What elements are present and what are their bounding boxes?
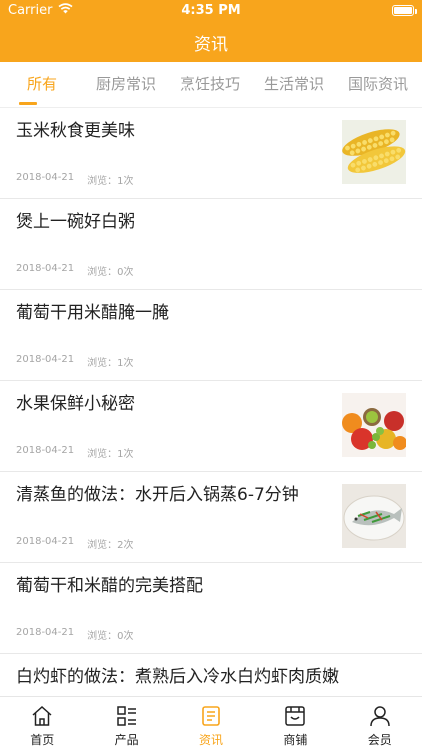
tab-kitchen-tips[interactable]: 厨房常识 [84, 62, 168, 107]
news-meta: 2018-04-21 浏览：0次 [16, 263, 134, 278]
news-item[interactable]: 白灼虾的做法：煮熟后入冷水白灼虾肉质嫩 [0, 654, 422, 696]
status-bar: Carrier 4:35 PM [0, 0, 422, 22]
tab-cooking-skills[interactable]: 烹饪技巧 [168, 62, 252, 107]
news-date: 2018-04-21 [16, 172, 75, 183]
news-meta: 2018-04-21 浏览：1次 [16, 445, 134, 460]
news-title: 玉米秋食更美味 [16, 121, 135, 141]
news-meta: 2018-04-21 浏览：2次 [16, 536, 134, 551]
news-title: 白灼虾的做法：煮熟后入冷水白灼虾肉质嫩 [16, 667, 339, 687]
tab-label: 生活常识 [263, 75, 324, 93]
tab-label: 国际资讯 [347, 75, 408, 93]
fruits-thumbnail [342, 393, 406, 457]
news-views: 浏览：2次 [87, 540, 134, 551]
news-item[interactable]: 葡萄干和米醋的完美搭配 2018-04-21 浏览：0次 [0, 563, 422, 654]
news-views: 浏览：0次 [87, 631, 134, 642]
tab-label: 所有 [26, 75, 57, 93]
news-date: 2018-04-21 [16, 354, 75, 365]
news-title: 煲上一碗好白粥 [16, 212, 135, 232]
category-tabs: 所有 厨房常识 烹饪技巧 生活常识 国际资讯 [0, 62, 422, 108]
news-meta: 2018-04-21 浏览：1次 [16, 354, 134, 369]
tab-label: 烹饪技巧 [179, 75, 240, 93]
news-views: 浏览：0次 [87, 267, 134, 278]
active-tab-indicator [19, 102, 37, 105]
news-item[interactable]: 水果保鲜小秘密 2018-04-21 浏览：1次 [0, 381, 422, 472]
news-views: 浏览：1次 [87, 449, 134, 460]
tabbar-products[interactable]: 产品 [84, 697, 168, 750]
page-title: 资讯 [194, 35, 228, 55]
tabbar-label: 会员 [367, 733, 392, 747]
tabbar-member[interactable]: 会员 [338, 697, 422, 750]
news-icon [202, 706, 220, 726]
news-title: 清蒸鱼的做法：水开后入锅蒸6-7分钟 [16, 485, 299, 505]
news-item[interactable]: 葡萄干用米醋腌一腌 2018-04-21 浏览：1次 [0, 290, 422, 381]
news-date: 2018-04-21 [16, 627, 75, 638]
news-item[interactable]: 清蒸鱼的做法：水开后入锅蒸6-7分钟 2018-04-21 浏览：2次 [0, 472, 422, 563]
tabbar-shop[interactable]: 商铺 [253, 697, 337, 750]
shop-icon [285, 706, 306, 726]
tab-life-tips[interactable]: 生活常识 [252, 62, 336, 107]
tabbar-home[interactable]: 首页 [0, 697, 84, 750]
bottom-tab-bar: 首页 产品 资讯 商铺 会员 [0, 696, 422, 750]
list-icon [116, 706, 136, 726]
news-date: 2018-04-21 [16, 263, 75, 274]
home-icon [32, 705, 52, 726]
user-icon [370, 706, 390, 727]
news-title: 葡萄干用米醋腌一腌 [16, 303, 169, 323]
corn-thumbnail [342, 120, 406, 184]
tabbar-news[interactable]: 资讯 [169, 697, 253, 750]
news-item[interactable]: 玉米秋食更美味 2018-04-21 浏览：1次 [0, 108, 422, 199]
battery-icon [392, 5, 417, 16]
tabbar-label: 首页 [30, 733, 55, 747]
news-meta: 2018-04-21 浏览：0次 [16, 627, 134, 642]
tab-international-news[interactable]: 国际资讯 [336, 62, 420, 107]
news-title: 水果保鲜小秘密 [16, 394, 135, 414]
news-item[interactable]: 煲上一碗好白粥 2018-04-21 浏览：0次 [0, 199, 422, 290]
steamed-fish-thumbnail [342, 484, 406, 548]
news-date: 2018-04-21 [16, 445, 75, 456]
news-views: 浏览：1次 [87, 176, 134, 187]
tabbar-label: 产品 [114, 733, 139, 747]
clock: 4:35 PM [181, 3, 241, 18]
news-list: 玉米秋食更美味 2018-04-21 浏览：1次 煲上一碗好白粥 2018-04… [0, 108, 422, 696]
tabbar-label: 商铺 [283, 733, 308, 747]
news-date: 2018-04-21 [16, 536, 75, 547]
tabbar-label: 资讯 [198, 733, 223, 747]
tab-label: 厨房常识 [95, 75, 156, 93]
news-views: 浏览：1次 [87, 358, 134, 369]
news-title: 葡萄干和米醋的完美搭配 [16, 576, 203, 596]
news-meta: 2018-04-21 浏览：1次 [16, 172, 134, 187]
app-header: Carrier 4:35 PM 资讯 [0, 0, 422, 62]
tab-all[interactable]: 所有 [0, 62, 84, 107]
